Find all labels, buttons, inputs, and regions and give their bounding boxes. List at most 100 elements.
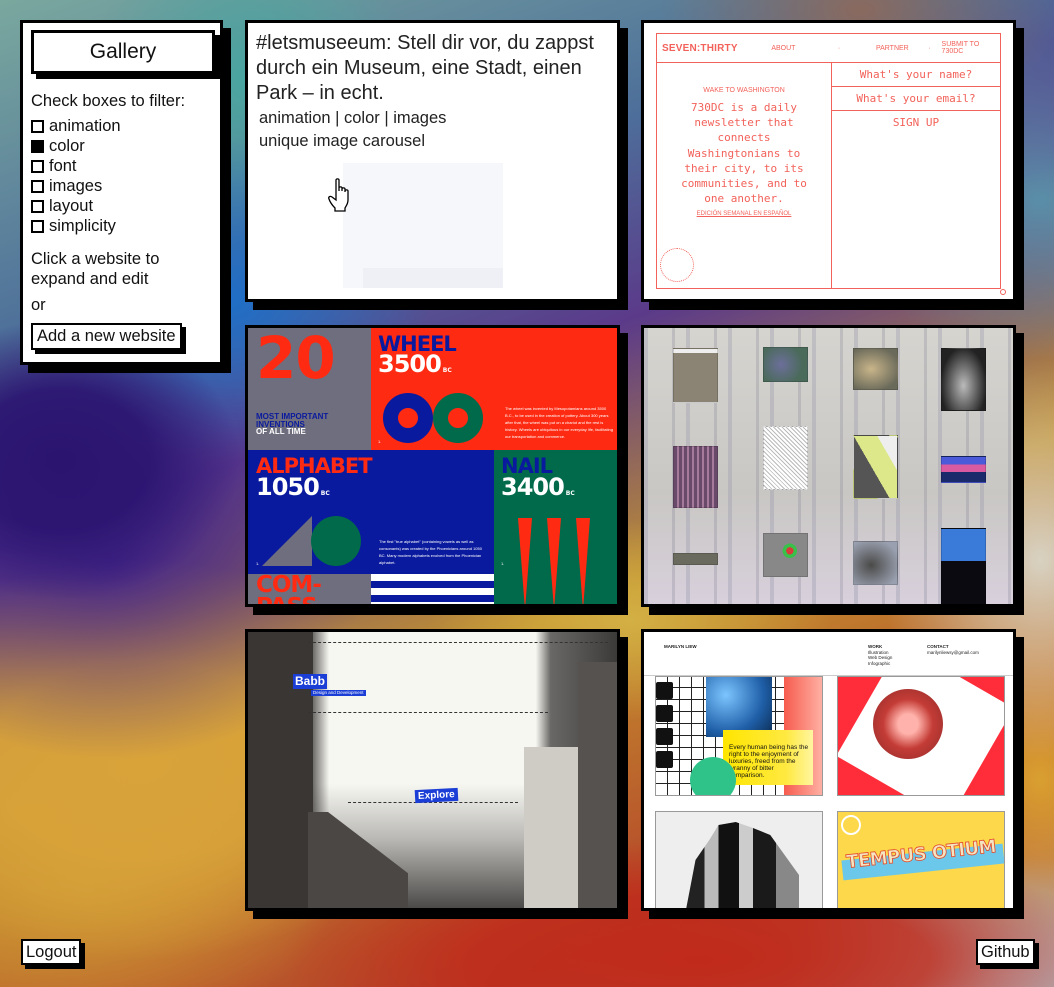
filter-images[interactable]: images — [31, 176, 212, 196]
filter-layout[interactable]: layout — [31, 196, 212, 216]
circle-shape — [311, 516, 361, 566]
tile-image — [873, 689, 943, 759]
year: 3500 — [378, 350, 442, 378]
thumbnail — [763, 533, 808, 577]
era: BC — [320, 490, 330, 497]
730dc-signup-form: What's your name? What's your email? SIG… — [832, 63, 1000, 129]
roof-silhouette — [308, 812, 408, 908]
thumbnail — [673, 446, 718, 508]
index-marker: 1. — [378, 439, 382, 444]
nav-partner: PARTNER — [875, 44, 909, 52]
logout-button[interactable]: Logout — [21, 939, 82, 965]
website-card-marilyn-liew[interactable]: MARILYN LIEW WORK Illustration Web Desig… — [641, 629, 1016, 911]
faded-preview — [363, 268, 503, 288]
website-card-babb[interactable]: Babb Design and Development Explore — [245, 629, 620, 911]
portfolio-preview: MARILYN LIEW WORK Illustration Web Desig… — [644, 632, 1013, 908]
year: 3400 — [501, 473, 565, 501]
building-silhouette — [578, 662, 617, 908]
triangle-shape — [262, 516, 312, 566]
sun-icon — [841, 815, 861, 835]
big-number: 20 — [256, 325, 336, 392]
item-year: 1050 BC — [256, 473, 330, 501]
portfolio-tile: Every human being has the right to the e… — [655, 676, 823, 796]
era: BC — [442, 367, 452, 374]
730dc-header: SEVEN:THIRTY ABOUT · PARTNER · SUBMIT TO… — [657, 34, 1000, 63]
thumbnail — [763, 426, 808, 490]
thumbnail — [941, 456, 986, 483]
help-text: Click a website to expand and edit — [31, 250, 160, 288]
card-title: #letsmuseeum: Stell dir vor, du zappst d… — [256, 32, 594, 104]
light-wire — [308, 712, 548, 713]
year: 1050 — [256, 473, 320, 501]
checkbox[interactable] — [31, 219, 44, 233]
filter-label: font — [49, 156, 77, 175]
website-card-image-gallery[interactable] — [641, 325, 1016, 607]
filter-list: animation color font images layout simpl… — [31, 116, 212, 236]
contact-info: CONTACT marilynliewsy@gmail.com — [927, 644, 979, 655]
add-website-button[interactable]: Add a new website — [31, 323, 182, 350]
babb-logo: Babb — [293, 674, 327, 689]
checkbox[interactable] — [31, 159, 44, 173]
filter-label: simplicity — [49, 216, 116, 235]
filter-label: layout — [49, 196, 94, 215]
hand-illustration — [684, 822, 799, 908]
730dc-intro: WAKE TO WASHINGTON 730DC is a daily news… — [657, 63, 832, 288]
filter-label: images — [49, 176, 103, 195]
filter-label: color — [49, 136, 85, 155]
website-card-730dc[interactable]: SEVEN:THIRTY ABOUT · PARTNER · SUBMIT TO… — [641, 20, 1016, 302]
card-tags: animation | color | images — [259, 109, 447, 127]
spike-shape — [518, 518, 532, 604]
name-field: What's your name? — [832, 63, 1000, 87]
portfolio-tile — [655, 811, 823, 908]
email-field: What's your email? — [832, 87, 1000, 111]
portfolio-tile: TEMPUS OTIUM — [837, 811, 1005, 908]
weekly-badge-icon — [660, 248, 694, 282]
730dc-preview: SEVEN:THIRTY ABOUT · PARTNER · SUBMIT TO… — [656, 33, 1001, 289]
checkbox[interactable] — [31, 119, 44, 133]
thumbnail — [941, 528, 986, 604]
portfolio-tile — [837, 676, 1005, 796]
spike-shape — [576, 518, 590, 604]
ring-shape — [433, 393, 483, 443]
babb-preview: Babb Design and Development Explore — [248, 632, 617, 908]
checkbox[interactable] — [31, 179, 44, 193]
filter-simplicity[interactable]: simplicity — [31, 216, 212, 236]
quote-card: Every human being has the right to the e… — [723, 730, 813, 785]
item-name: COM-PASS — [256, 572, 322, 607]
filter-animation[interactable]: animation — [31, 116, 212, 136]
item-text: The first "true alphabet" (containing vo… — [379, 539, 482, 565]
checkbox[interactable] — [31, 199, 44, 213]
filter-label: animation — [49, 116, 121, 135]
nav-separator: · — [928, 44, 931, 52]
item-year: 3500 BC — [378, 350, 452, 378]
730dc-spanish-link: EDICIÓN SEMANAL EN ESPAÑOL — [696, 211, 792, 218]
work-menu: WORK Illustration Web Design Infographic — [868, 644, 892, 666]
building-silhouette — [524, 747, 579, 908]
index-marker: 1. — [501, 561, 505, 566]
thumbnail — [853, 435, 898, 499]
hand-pointer-icon — [328, 178, 349, 212]
filter-font[interactable]: font — [31, 156, 212, 176]
item-text: The wheel was invented by Mesopotamians … — [505, 406, 613, 439]
filter-color[interactable]: color — [31, 136, 212, 156]
icon-column — [656, 682, 674, 774]
website-card-inventions[interactable]: 20 MOST IMPORTANT INVENTIONS OF ALL TIME… — [245, 325, 620, 607]
website-card-letsmuseeum[interactable]: #letsmuseeum: Stell dir vor, du zappst d… — [245, 20, 620, 302]
light-wire — [308, 642, 608, 643]
checkbox-checked[interactable] — [31, 139, 44, 153]
signup-button: SIGN UP — [892, 116, 940, 129]
gallery-preview — [644, 328, 1013, 604]
era: BC — [565, 490, 575, 497]
explore-button: Explore — [414, 787, 458, 804]
thumbnail — [673, 553, 718, 565]
work-item: Web Design — [868, 655, 893, 660]
subtitle-white: OF ALL TIME — [256, 427, 306, 436]
thumbnail — [673, 348, 718, 403]
gallery-button[interactable]: Gallery — [31, 30, 215, 74]
tile-image — [690, 757, 736, 795]
filter-title: Check boxes to filter: — [31, 92, 186, 110]
thumbnail — [853, 541, 898, 585]
github-button[interactable]: Github — [976, 939, 1035, 965]
730dc-body: 730DC is a daily newsletter that connect… — [681, 101, 807, 206]
thumbnail — [763, 347, 808, 382]
